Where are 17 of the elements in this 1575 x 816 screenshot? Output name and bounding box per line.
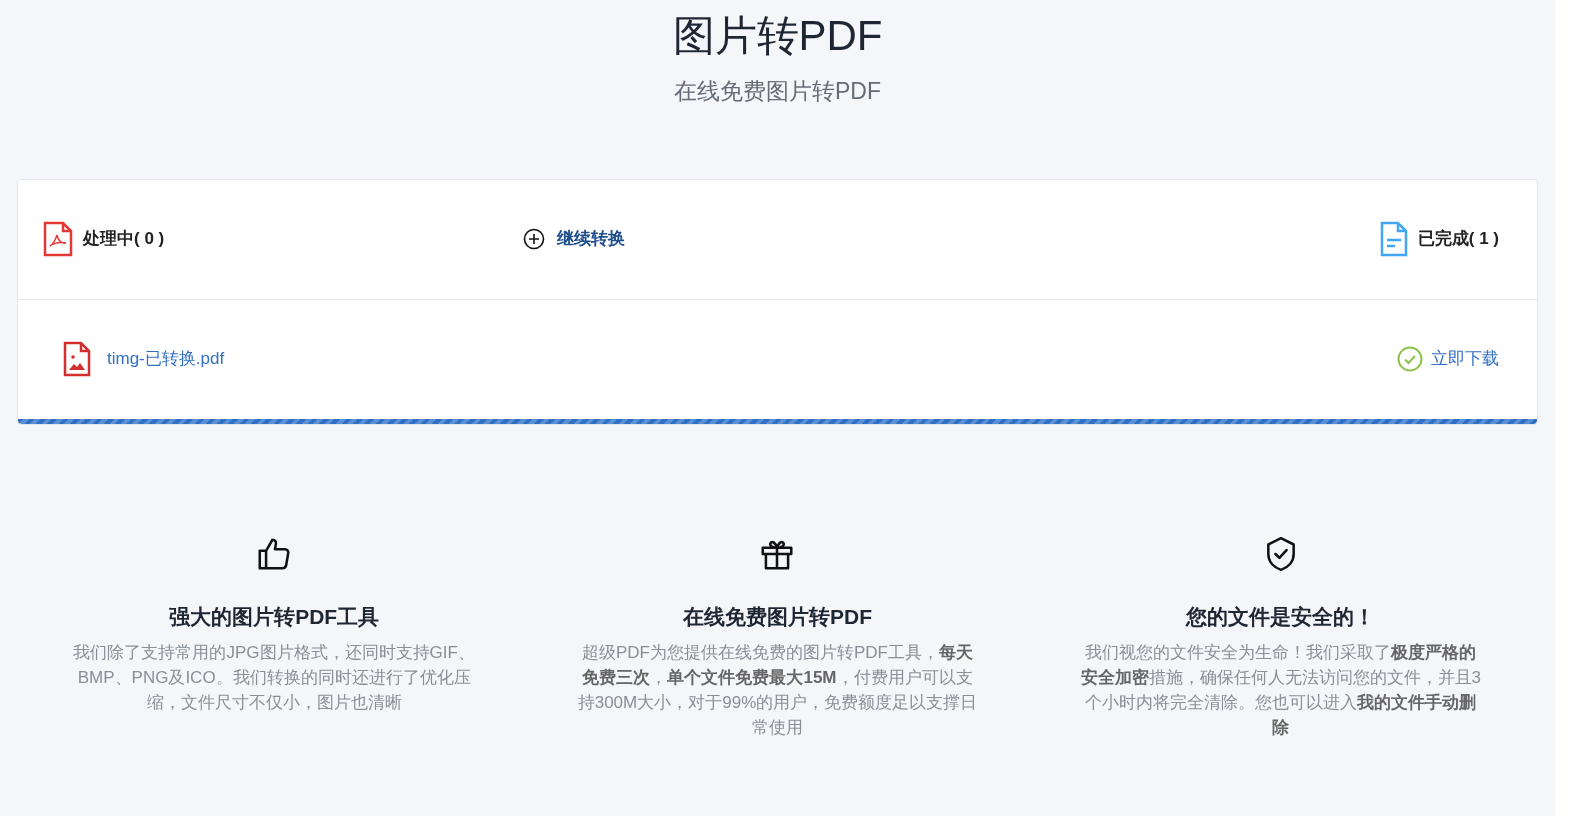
document-icon (1379, 221, 1408, 257)
plus-circle-icon (523, 228, 545, 250)
feature-description: 超级PDF为您提供在线免费的图片转PDF工具，每天免费三次，单个文件免费最大15M，付费用户可以支持300M大小，对于99%的用户，免费额度足以支撑日常使用 (576, 642, 979, 739)
processing-label: 处理中( 0 ) (83, 228, 165, 251)
page-subtitle: 在线免费图片转PDF (674, 77, 881, 106)
feature-title: 在线免费图片转PDF (683, 603, 872, 630)
feature-title: 您的文件是安全的！ (1186, 603, 1376, 630)
feature-description: 我们视您的文件安全为生命！我们采取了极度严格的安全加密措施，确保任何人无法访问您的文件，并且3个小时内将完全清除。您也可以进入我的文件手动删除 (1079, 642, 1483, 739)
image-file-icon (63, 341, 91, 377)
download-link[interactable]: 立即下载 (1431, 346, 1499, 372)
continue-convert-button[interactable]: 继续转换 (523, 226, 625, 252)
feature-description: 我们除了支持常用的JPG图片格式，还同时支持GIF、BMP、PNG及ICO。我们转换的同时还进行了优化压缩，文件尺寸不仅小，图片也清晰 (72, 642, 476, 714)
completed-label: 已完成( 1 ) (1417, 228, 1499, 251)
file-link[interactable]: timg-已转换.pdf (107, 346, 225, 372)
feature-title: 强大的图片转PDF工具 (169, 603, 380, 630)
pdf-file-icon (43, 221, 73, 257)
page-title: 图片转PDF (672, 11, 883, 61)
